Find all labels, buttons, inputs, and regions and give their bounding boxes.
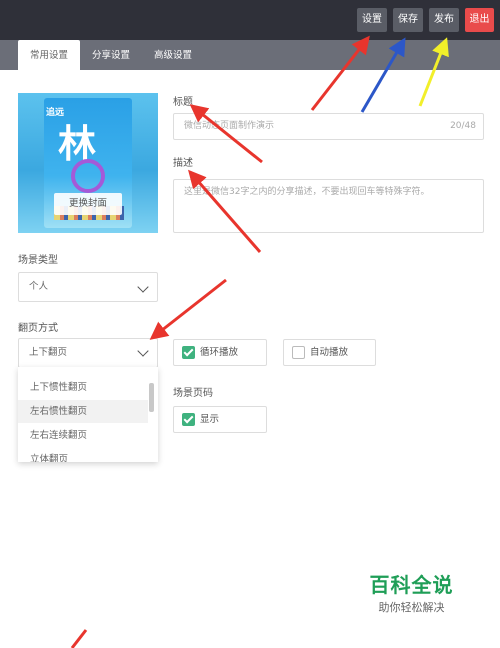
title-char-count: 20/48 [450, 121, 476, 131]
scene-type-select[interactable]: 个人 [18, 272, 158, 302]
scene-page-show-label: 显示 [200, 414, 220, 425]
exit-button[interactable]: 退出 [465, 8, 494, 32]
loop-play-checkbox[interactable]: 循环播放 [173, 339, 267, 366]
checkbox-unchecked-icon [292, 346, 305, 359]
tab-advanced-settings[interactable]: 高级设置 [142, 40, 204, 70]
chevron-down-icon [137, 345, 149, 357]
scene-type-value: 个人 [29, 281, 49, 292]
chevron-down-icon [137, 281, 149, 293]
dropdown-scrollbar[interactable] [149, 383, 154, 412]
checkbox-checked-icon [182, 413, 195, 426]
loop-play-label: 循环播放 [200, 347, 239, 358]
publish-button[interactable]: 发布 [429, 8, 459, 32]
watermark-sub-text: 助你轻松解决 [378, 601, 445, 614]
title-input[interactable]: 微信动态页面制作演示 20/48 [173, 113, 484, 140]
title-input-value: 微信动态页面制作演示 [184, 121, 275, 131]
scene-page-label: 场景页码 [173, 388, 213, 399]
watermark-main-text: 百科全说 [369, 573, 454, 597]
watermark-logo: 百科全说 助你轻松解决 [349, 565, 474, 621]
auto-play-checkbox[interactable]: 自动播放 [283, 339, 376, 366]
scene-page-show-checkbox[interactable]: 显示 [173, 406, 267, 433]
settings-tab-bar: 常用设置 分享设置 高级设置 [0, 40, 500, 70]
description-placeholder: 这里是微信32字之内的分享描述，不要出现回车等特殊字符。 [184, 187, 430, 197]
checkbox-checked-icon [182, 346, 195, 359]
settings-panel: 追远 林 更换封面 标题 微信动态页面制作演示 20/48 描述 这里是微信32… [0, 70, 500, 648]
tab-common-settings[interactable]: 常用设置 [18, 40, 80, 70]
save-button[interactable]: 保存 [393, 8, 423, 32]
page-turn-label: 翻页方式 [18, 323, 58, 334]
dropdown-option[interactable]: 上下惯性翻页 [18, 376, 148, 399]
description-textarea[interactable]: 这里是微信32字之内的分享描述，不要出现回车等特殊字符。 [173, 179, 484, 233]
page-turn-dropdown: 左右翻页 上下惯性翻页 左右惯性翻页 左右连续翻页 立体翻页 [18, 367, 158, 462]
dropdown-option[interactable]: 左右翻页 [18, 367, 148, 375]
dropdown-option[interactable]: 左右惯性翻页 [18, 400, 148, 423]
page-turn-select[interactable]: 上下翻页 [18, 338, 158, 368]
tab-share-settings[interactable]: 分享设置 [82, 40, 140, 70]
cover-ring-graphic [71, 159, 105, 193]
settings-button[interactable]: 设置 [357, 8, 387, 32]
top-toolbar: 设置 保存 发布 退出 [0, 0, 500, 40]
dropdown-option[interactable]: 左右连续翻页 [18, 424, 148, 447]
cover-image: 追远 林 更换封面 [18, 93, 158, 233]
auto-play-label: 自动播放 [310, 347, 349, 358]
change-cover-button[interactable]: 更换封面 [54, 193, 122, 215]
scene-type-label: 场景类型 [18, 255, 58, 266]
dropdown-option[interactable]: 立体翻页 [18, 448, 148, 462]
title-label: 标题 [173, 97, 193, 108]
description-label: 描述 [173, 158, 193, 169]
page-turn-value: 上下翻页 [29, 347, 68, 358]
